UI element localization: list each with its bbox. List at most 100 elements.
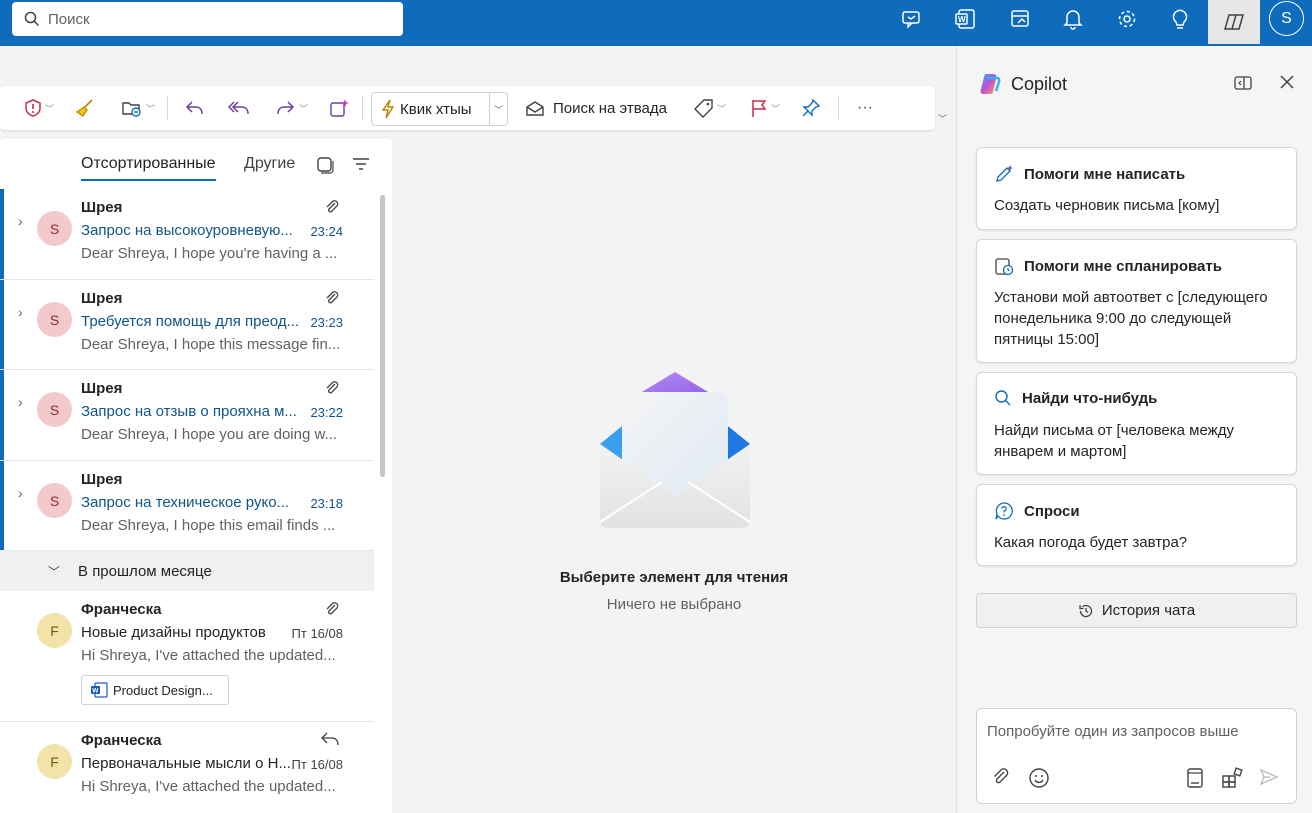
prompt-card-plan[interactable]: Помоги мне спланировать Установи мой авт… xyxy=(976,239,1297,363)
open-in-side-icon[interactable] xyxy=(1233,74,1253,92)
my-day-icon[interactable] xyxy=(1004,6,1036,32)
report-button[interactable]: ﹀ xyxy=(18,86,60,130)
move-to-button[interactable]: ﹀ xyxy=(118,86,158,130)
message-time: Пт 16/08 xyxy=(291,626,343,641)
list-item[interactable]: F Франческа Первоначальные мысли о Н... … xyxy=(0,722,374,813)
chevron-right-icon[interactable]: › xyxy=(18,213,23,229)
prompt-card-title: Найди что-нибудь xyxy=(1022,389,1158,407)
list-item[interactable]: › S Шрея Запрос на техническое руко... 2… xyxy=(0,461,374,551)
shield-icon xyxy=(25,99,41,117)
apps-icon[interactable] xyxy=(1221,767,1243,789)
ribbon-divider xyxy=(362,96,363,120)
note-sparkle-icon xyxy=(330,99,349,117)
quick-steps-main[interactable]: Квик хтыы xyxy=(372,93,489,125)
chevron-down-icon[interactable]: ﹀ xyxy=(48,563,60,580)
scrollbar[interactable] xyxy=(380,195,385,477)
more-options-button[interactable]: ··· xyxy=(852,86,878,130)
list-item[interactable]: › S Шрея Запрос на высокоуровневую... 23… xyxy=(0,189,374,280)
chevron-right-icon[interactable]: › xyxy=(18,394,23,410)
forward-button[interactable]: ﹀ xyxy=(270,86,314,130)
attachment-name: Product Design... xyxy=(113,682,213,698)
emoji-icon[interactable] xyxy=(1028,767,1050,789)
avatar: S xyxy=(37,302,72,337)
list-item[interactable]: F Франческа Новые дизайны продуктов Пт 1… xyxy=(0,591,374,722)
search-icon xyxy=(24,11,40,27)
filter-icon[interactable] xyxy=(352,157,370,171)
search-icon xyxy=(995,390,1011,406)
pin-button[interactable] xyxy=(798,86,824,130)
search-placeholder: Поиск xyxy=(48,10,90,28)
copilot-pane: Copilot Помоги мне написать Создать черн… xyxy=(956,46,1312,813)
sender-name: Шрея xyxy=(81,471,123,488)
message-subject: Запрос на отзыв о прояхна м... xyxy=(81,403,297,420)
select-mode-icon[interactable] xyxy=(316,156,334,174)
ribbon-divider xyxy=(838,96,839,120)
prompt-card-title: Спроси xyxy=(1024,502,1080,520)
chat-question-icon xyxy=(995,502,1013,520)
word-icon[interactable]: W xyxy=(950,6,982,32)
prompt-card-title: Помоги мне написать xyxy=(1024,165,1186,183)
quick-steps-button[interactable]: Квик хтыы ﹀ xyxy=(371,92,508,126)
meet-now-icon[interactable] xyxy=(896,6,928,32)
paperclip-icon xyxy=(324,601,340,617)
prompt-card-body: Какая погода будет завтра? xyxy=(994,534,1188,551)
list-item[interactable]: › S Шрея Запрос на отзыв о прояхна м... … xyxy=(0,370,374,461)
pin-icon xyxy=(802,99,820,117)
replied-icon xyxy=(320,732,340,746)
reply-all-icon xyxy=(228,101,249,115)
lightning-icon xyxy=(381,99,395,119)
attach-icon[interactable] xyxy=(991,767,1011,787)
copilot-title: Copilot xyxy=(1011,73,1068,94)
search-box[interactable]: Поиск xyxy=(12,2,403,36)
tab-focused[interactable]: Отсортированные xyxy=(81,155,216,181)
copilot-icon xyxy=(1224,14,1244,30)
copilot-composer xyxy=(976,708,1297,804)
sweep-button[interactable] xyxy=(72,86,98,130)
group-header-label: В прошлом месяце xyxy=(78,562,212,580)
prompt-gallery-icon[interactable] xyxy=(1185,767,1205,789)
message-time: Пт 16/08 xyxy=(291,757,343,772)
tab-other[interactable]: Другие xyxy=(244,155,295,173)
prompt-card-find[interactable]: Найди что-нибудь Найди письма от [челове… xyxy=(976,372,1297,475)
message-time: 23:18 xyxy=(310,496,343,511)
reply-button[interactable] xyxy=(181,86,207,130)
close-icon[interactable] xyxy=(1279,74,1295,90)
reply-all-button[interactable] xyxy=(225,86,253,130)
message-preview: Dear Shreya, I hope this message fin... xyxy=(81,336,341,353)
message-preview: Dear Shreya, I hope this email finds ... xyxy=(81,517,336,534)
sender-name: Франческа xyxy=(81,601,162,618)
chevron-right-icon[interactable]: › xyxy=(18,485,23,501)
account-avatar[interactable]: S xyxy=(1269,1,1304,36)
quick-steps-dropdown[interactable]: ﹀ xyxy=(489,93,507,125)
avatar: S xyxy=(37,483,72,518)
paperclip-icon xyxy=(324,290,340,306)
copilot-prompt-input[interactable] xyxy=(987,723,1287,740)
gear-icon[interactable] xyxy=(1111,6,1143,32)
group-header-last-month[interactable]: ﹀ В прошлом месяце xyxy=(0,551,374,591)
find-time-button[interactable]: Поиск на этвада xyxy=(523,86,669,130)
message-time: 23:23 xyxy=(310,315,343,330)
chevron-right-icon[interactable]: › xyxy=(18,304,23,320)
sticky-note-button[interactable] xyxy=(326,86,352,130)
message-preview: Dear Shreya, I hope you're having a ... xyxy=(81,245,338,262)
prompt-card-write[interactable]: Помоги мне написать Создать черновик пис… xyxy=(976,147,1297,230)
message-subject: Запрос на высокоуровневую... xyxy=(81,222,293,239)
send-icon[interactable] xyxy=(1259,767,1279,787)
chat-history-button[interactable]: История чата xyxy=(976,593,1297,628)
folder-move-icon xyxy=(122,102,141,117)
history-icon xyxy=(1079,604,1093,617)
list-item[interactable]: › S Шрея Требуется помощь для преод... 2… xyxy=(0,280,374,370)
bell-icon[interactable] xyxy=(1057,6,1089,32)
flag-button[interactable]: ﹀ xyxy=(745,86,785,130)
attachment-chip[interactable]: W Product Design... xyxy=(81,675,229,705)
message-subject: Новые дизайны продуктов xyxy=(81,624,266,641)
categorize-button[interactable]: ﹀ xyxy=(690,86,730,130)
empty-state-subtitle: Ничего не выбрано xyxy=(606,596,742,613)
prompt-card-ask[interactable]: Спроси Какая погода будет завтра? xyxy=(976,484,1297,566)
paperclip-icon xyxy=(324,380,340,396)
message-preview: Hi Shreya, I've attached the updated... xyxy=(81,647,336,664)
lightbulb-icon[interactable] xyxy=(1164,6,1196,32)
prompt-card-title: Помоги мне спланировать xyxy=(1024,257,1222,275)
ribbon-expand-chevron[interactable]: ﹀ xyxy=(938,112,947,125)
copilot-toggle-button[interactable] xyxy=(1208,0,1260,44)
